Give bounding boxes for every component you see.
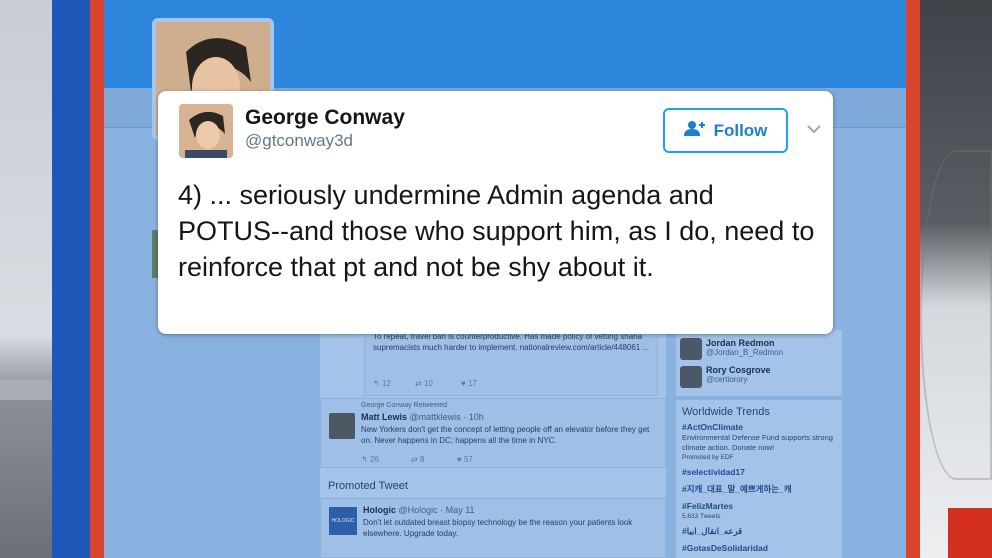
tweet-avatar[interactable]: [329, 413, 355, 439]
broadcast-red-bar-right: [906, 0, 920, 558]
suggested-user[interactable]: Rory Cosgrove @certiorory: [706, 365, 771, 384]
trend-item[interactable]: #ActOnClimate: [682, 422, 836, 433]
like-count: 57: [463, 455, 473, 464]
reply-count: 26: [369, 455, 379, 464]
tweet-author-handle[interactable]: @gtconway3d: [245, 131, 353, 151]
suggested-user-avatar[interactable]: [680, 366, 702, 388]
broadcast-red-corner: [948, 508, 992, 558]
trend-item[interactable]: #قرعه_انقال_ابيا: [682, 526, 836, 537]
promoted-by-label: Promoted by EDF: [682, 454, 734, 461]
tweet-author-name[interactable]: Matt Lewis: [361, 412, 407, 422]
trend-item[interactable]: #selectividad17: [682, 467, 836, 478]
broadcast-strip: [0, 380, 52, 400]
add-user-icon: [683, 120, 706, 141]
trend-item[interactable]: #GotasDeSolidaridad: [682, 543, 836, 554]
trend-tweet-count: 5,633 Tweets: [682, 513, 721, 520]
hologic-logo[interactable]: HOLOGIC: [329, 507, 357, 535]
tweet-author-handle[interactable]: @mattklewis: [410, 412, 461, 422]
reply-action[interactable]: ↰ 26: [361, 455, 379, 464]
tweet-author-handle[interactable]: @Hologic: [399, 505, 438, 515]
promoted-tweet-label: Promoted Tweet: [328, 480, 408, 492]
suggested-user-handle: @Jordan_B_Redmon: [706, 348, 784, 357]
retweeted-label: George Conway Retweeted: [361, 402, 447, 409]
suggested-user-name: Rory Cosgrove: [706, 365, 771, 375]
tweet-author-avatar[interactable]: [179, 104, 233, 158]
broadcast-right-margin: [920, 0, 992, 558]
retweet-action[interactable]: ⇄ 10: [415, 379, 433, 388]
suggested-user-avatar[interactable]: [680, 338, 702, 360]
like-action[interactable]: ♥ 17: [461, 379, 477, 388]
trends-panel: Worldwide Trends #ActOnClimate Environme…: [676, 400, 842, 558]
trends-title: Worldwide Trends: [682, 406, 770, 418]
tweet-header: Matt Lewis @mattklewis · 10h: [361, 412, 484, 422]
like-count: 17: [467, 379, 477, 388]
suggested-user-name: Jordan Redmon: [706, 338, 775, 348]
retweet-count: 10: [423, 379, 433, 388]
tweet-author-name[interactable]: George Conway: [245, 106, 405, 130]
tweet-header: Hologic @Hologic · May 11: [363, 505, 475, 515]
trend-item[interactable]: #FelizMartes: [682, 501, 836, 512]
highlighted-tweet-card: George Conway @gtconway3d Follow 4) ... …: [158, 91, 833, 334]
like-action[interactable]: ♥ 57: [457, 455, 473, 464]
broadcast-blue-bar: [52, 0, 90, 558]
trend-description: Environmental Defense Fund supports stro…: [682, 433, 833, 452]
chevron-down-icon[interactable]: [806, 121, 822, 137]
broadcast-red-bar-left: [90, 0, 104, 558]
tweet-item[interactable]: George Conway Retweeted Matt Lewis @matt…: [320, 398, 666, 468]
tweet-time[interactable]: · 10h: [463, 412, 484, 422]
tweet-time[interactable]: · May 11: [440, 505, 474, 515]
retweet-action[interactable]: ⇄ 8: [411, 455, 424, 464]
tweet-author-name[interactable]: Hologic: [363, 505, 396, 515]
suggested-user-handle: @certiorory: [706, 375, 748, 384]
follow-button-label: Follow: [713, 120, 768, 140]
reply-action[interactable]: ↰ 12: [373, 379, 391, 388]
seal-graphic: [920, 150, 992, 480]
timeline-feed: To repeat, travel ban is counterproducti…: [320, 318, 666, 558]
tweet-body: To repeat, travel ban is counterproducti…: [373, 332, 650, 352]
tweet-body: New Yorkers don't get the concept of let…: [361, 425, 650, 445]
trend-item[interactable]: #지캐_대표_말_예쁘게하는_캐: [682, 484, 836, 495]
reply-count: 12: [381, 379, 391, 388]
tweet-body: Don't let outdated breast biopsy technol…: [363, 518, 633, 538]
suggested-user[interactable]: Jordan Redmon @Jordan_B_Redmon: [706, 338, 783, 357]
who-to-follow: Jordan Redmon @Jordan_B_Redmon Rory Cosg…: [676, 330, 842, 396]
broadcast-left-margin: [0, 0, 52, 558]
retweet-count: 8: [419, 455, 425, 464]
tweet-item[interactable]: HOLOGIC Hologic @Hologic · May 11 Don't …: [320, 498, 666, 558]
tweet-text: 4) ... seriously undermine Admin agenda …: [178, 180, 815, 282]
follow-button[interactable]: Follow: [663, 108, 788, 153]
